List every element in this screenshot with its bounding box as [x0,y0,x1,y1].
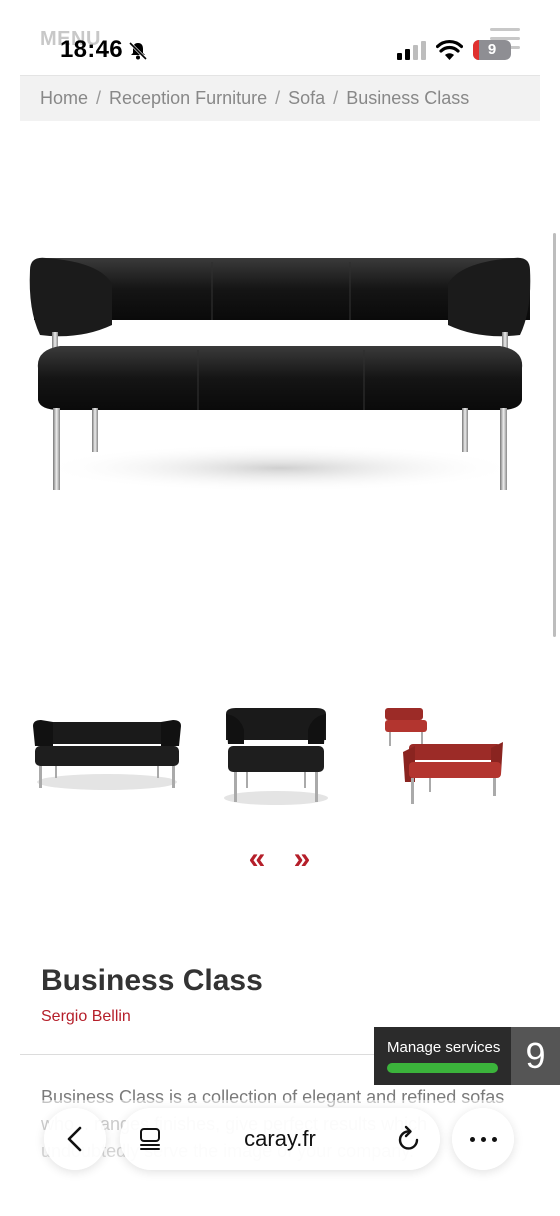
breadcrumb-current: Business Class [346,88,470,108]
chevron-left-icon [67,1126,82,1152]
wifi-icon [436,39,463,60]
page-scrollbar[interactable] [553,233,556,637]
thumbnail-armchair-black[interactable] [196,690,356,820]
product-title: Business Class [41,964,263,997]
gallery-next-button[interactable]: » [288,842,316,876]
browser-back-button[interactable] [44,1108,106,1170]
designer-link[interactable]: Sergio Bellin [41,1008,131,1026]
browser-more-button[interactable] [452,1108,514,1170]
status-bar: MENU 18:46 9 [0,0,560,74]
more-dot-icon [491,1136,497,1142]
breadcrumb-home[interactable]: Home [40,88,88,109]
reload-icon[interactable] [396,1125,422,1153]
manage-services-label: Manage services [387,1039,501,1056]
battery-icon: 9 [473,40,511,60]
breadcrumb-separator: / [96,88,102,108]
manage-services-button[interactable]: Manage services [374,1027,511,1085]
bell-off-icon [128,41,148,61]
more-dot-icon [469,1136,475,1142]
manage-services-widget[interactable]: Manage services 9 [374,1027,560,1085]
breadcrumb-separator: / [275,88,281,108]
more-dot-icon [480,1136,486,1142]
sofa-thumbnail-icon [33,720,181,790]
thumbnail-sofa-black[interactable] [27,690,187,820]
address-bar[interactable]: caray.fr [120,1108,440,1170]
breadcrumb-separator: / [333,88,339,108]
signal-icon [397,41,426,60]
product-main-image[interactable] [20,200,540,540]
status-time: 18:46 [60,36,123,63]
url-text: caray.fr [244,1126,316,1151]
red-set-thumbnail-icon [385,708,503,804]
breadcrumb-reception-furniture[interactable]: Reception Furniture [109,88,267,109]
breadcrumb-sofa[interactable]: Sofa [288,88,325,109]
breadcrumb: Home / Reception Furniture / Sofa / Busi… [20,75,540,121]
manage-services-count: 9 [511,1027,560,1085]
thumbnail-set-red[interactable] [365,690,525,820]
battery-level: 9 [487,41,497,58]
manage-services-status-bar [387,1063,498,1073]
armchair-thumbnail-icon [224,708,328,805]
gallery-prev-button[interactable]: « [243,842,271,876]
